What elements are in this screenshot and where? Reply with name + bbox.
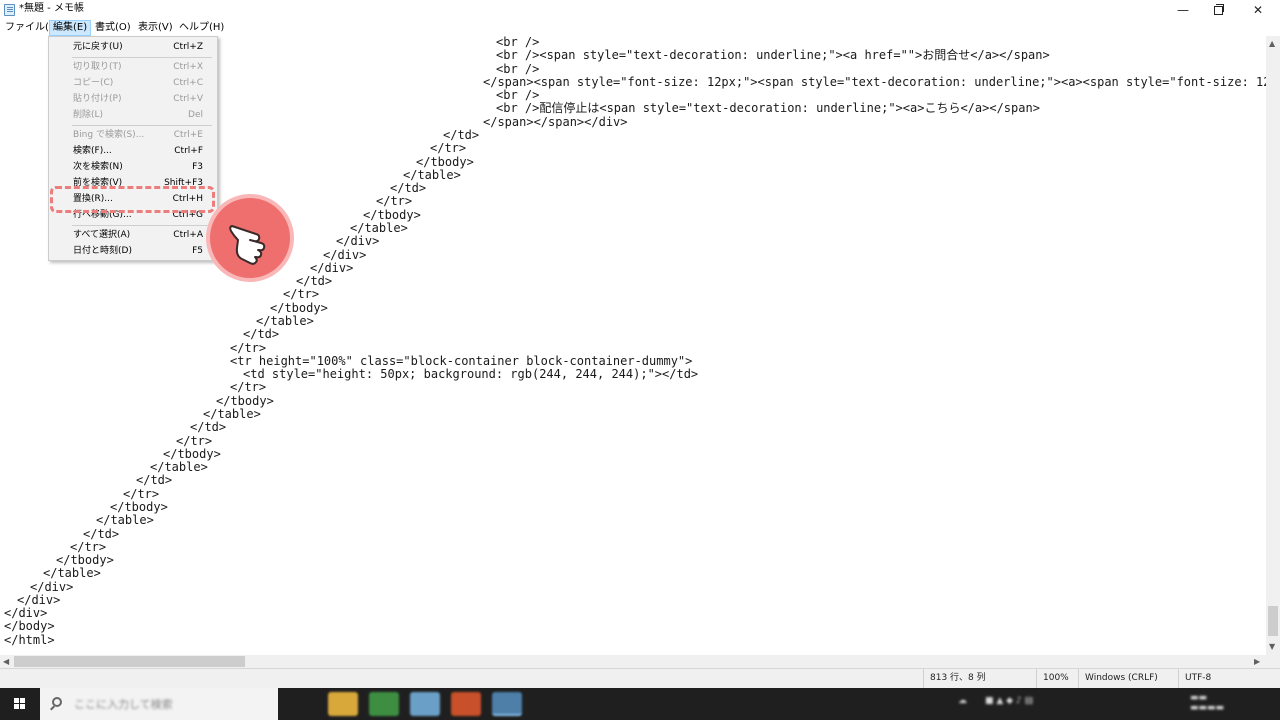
code-line: <br />配信停止は<span style="text-decoration:… bbox=[496, 101, 1040, 115]
replace-highlight-annotation bbox=[50, 186, 215, 213]
menu-item-shortcut: Ctrl+V bbox=[173, 94, 203, 104]
minimize-button[interactable]: — bbox=[1165, 0, 1201, 20]
code-line: </span></span></div> bbox=[483, 115, 628, 129]
notepad-icon bbox=[4, 4, 15, 16]
menu-item-shortcut: Ctrl+E bbox=[173, 130, 203, 140]
vertical-scroll-thumb[interactable] bbox=[1268, 606, 1278, 636]
search-icon bbox=[52, 697, 62, 707]
menu-view[interactable]: 表示(V) bbox=[135, 20, 176, 36]
scroll-down-icon[interactable]: ▼ bbox=[1269, 642, 1275, 652]
horizontal-scroll-thumb[interactable] bbox=[14, 656, 245, 667]
menu-separator bbox=[72, 125, 212, 126]
menu-item-cut[interactable]: 切り取り(T) Ctrl+X bbox=[50, 59, 216, 75]
code-line: </tr> bbox=[376, 194, 413, 208]
code-line: </tr> bbox=[230, 380, 267, 394]
window-title: *無題 - メモ帳 bbox=[19, 3, 84, 14]
code-line: </html> bbox=[4, 633, 55, 647]
scrollbar-corner bbox=[1266, 655, 1280, 668]
menu-item-shortcut: Ctrl+Z bbox=[173, 42, 203, 52]
menu-item-label: 切り取り(T) bbox=[73, 62, 122, 72]
menu-item-find[interactable]: 検索(F)... Ctrl+F bbox=[50, 143, 216, 159]
menu-item-label: 貼り付け(P) bbox=[73, 94, 122, 104]
notepad-taskbar-icon[interactable] bbox=[492, 692, 522, 716]
taskbar-app-icon[interactable] bbox=[451, 692, 481, 716]
code-line: </tr> bbox=[283, 287, 320, 301]
menu-item-undo[interactable]: 元に戻す(U) Ctrl+Z bbox=[50, 39, 216, 55]
menu-item-label: すべて選択(A) bbox=[73, 230, 131, 240]
menu-item-shortcut: Ctrl+A bbox=[173, 230, 203, 240]
menu-item-find-next[interactable]: 次を検索(N) F3 bbox=[50, 159, 216, 175]
code-line: <br /><span style="text-decoration: unde… bbox=[496, 48, 1050, 62]
line-ending: Windows (CRLF) bbox=[1078, 669, 1176, 688]
status-bar: 813 行、8 列 100% Windows (CRLF) UTF-8 bbox=[0, 668, 1280, 688]
restore-button[interactable] bbox=[1200, 0, 1236, 20]
menu-item-paste[interactable]: 貼り付け(P) Ctrl+V bbox=[50, 91, 216, 107]
cursor-position: 813 行、8 列 bbox=[923, 669, 1035, 688]
menu-item-date-time[interactable]: 日付と時刻(D) F5 bbox=[50, 243, 216, 259]
chrome-icon[interactable] bbox=[369, 692, 399, 716]
restore-icon bbox=[1213, 4, 1224, 15]
menu-item-label: Bing で検索(S)... bbox=[73, 130, 145, 140]
menu-item-label: コピー(C) bbox=[73, 78, 114, 88]
code-line: </td> bbox=[190, 420, 227, 434]
windows-logo-icon bbox=[14, 698, 26, 710]
menu-item-label: 削除(L) bbox=[73, 110, 104, 120]
menu-help[interactable]: ヘルプ(H) bbox=[176, 20, 227, 36]
menu-edit[interactable]: 編集(E) bbox=[49, 20, 92, 36]
scroll-left-icon[interactable]: ◀ bbox=[3, 657, 9, 667]
file-explorer-icon[interactable] bbox=[328, 692, 358, 716]
scroll-up-icon[interactable]: ▲ bbox=[1269, 39, 1275, 49]
zoom-level: 100% bbox=[1036, 669, 1078, 688]
menu-item-shortcut: F5 bbox=[192, 246, 203, 256]
close-button[interactable]: ✕ bbox=[1240, 0, 1276, 20]
code-line: </span><span style="font-size: 12px;"><s… bbox=[483, 75, 1266, 89]
taskbar: ここに入力して検索 ☁ ■ ▲ ◆ ♪ ▤ ▬▬ ▬▬▬▬ bbox=[0, 688, 1280, 720]
system-tray-icon[interactable]: ☁ bbox=[958, 696, 967, 706]
code-line: </table> bbox=[43, 566, 101, 580]
menu-item-label: 元に戻す(U) bbox=[73, 42, 123, 52]
close-icon: ✕ bbox=[1252, 3, 1264, 17]
menu-item-shortcut: F3 bbox=[192, 162, 203, 172]
menu-item-shortcut: Ctrl+X bbox=[173, 62, 203, 72]
code-line: <td style="height: 50px; background: rgb… bbox=[243, 367, 699, 381]
title-bar: *無題 - メモ帳 — ✕ bbox=[0, 0, 1280, 20]
system-tray-icon[interactable]: ■ ▲ ◆ ♪ ▤ bbox=[985, 696, 1033, 706]
menu-item-shortcut: Ctrl+F bbox=[174, 146, 203, 156]
encoding: UTF-8 bbox=[1178, 669, 1280, 688]
menu-item-label: 検索(F)... bbox=[73, 146, 112, 156]
minimize-icon: — bbox=[1177, 3, 1189, 17]
menu-bar: ファイル(F) 編集(E) 書式(O) 表示(V) ヘルプ(H) bbox=[0, 20, 1280, 36]
edit-menu-dropdown: 元に戻す(U) Ctrl+Z 切り取り(T) Ctrl+X コピー(C) Ctr… bbox=[48, 36, 218, 261]
taskbar-search-placeholder: ここに入力して検索 bbox=[74, 698, 173, 711]
menu-separator bbox=[72, 225, 212, 226]
horizontal-scrollbar[interactable]: ◀ ▶ bbox=[0, 655, 1266, 668]
scroll-right-icon[interactable]: ▶ bbox=[1254, 657, 1260, 667]
code-line: </div> bbox=[336, 234, 380, 248]
code-line: </table> bbox=[96, 513, 154, 527]
pointing-hand-callout bbox=[206, 194, 294, 282]
menu-separator bbox=[72, 57, 212, 58]
menu-item-shortcut: Ctrl+C bbox=[173, 78, 203, 88]
menu-item-shortcut: Del bbox=[188, 110, 203, 120]
menu-item-select-all[interactable]: すべて選択(A) Ctrl+A bbox=[50, 227, 216, 243]
code-line: </td> bbox=[243, 327, 280, 341]
clock-icon[interactable]: ▬▬ ▬▬▬▬ bbox=[1190, 693, 1224, 713]
menu-item-label: 日付と時刻(D) bbox=[73, 246, 132, 256]
taskbar-search[interactable]: ここに入力して検索 bbox=[40, 688, 278, 720]
menu-format[interactable]: 書式(O) bbox=[92, 20, 134, 36]
code-line: </tr> bbox=[430, 141, 467, 155]
pointing-hand-icon bbox=[229, 225, 266, 265]
menu-item-search-bing[interactable]: Bing で検索(S)... Ctrl+E bbox=[50, 127, 216, 143]
code-line: </body> bbox=[4, 619, 55, 633]
start-button[interactable] bbox=[0, 688, 40, 720]
menu-item-copy[interactable]: コピー(C) Ctrl+C bbox=[50, 75, 216, 91]
taskbar-app-icon[interactable] bbox=[410, 692, 440, 716]
menu-item-delete[interactable]: 削除(L) Del bbox=[50, 107, 216, 123]
menu-item-label: 次を検索(N) bbox=[73, 162, 123, 172]
code-line: </td> bbox=[136, 473, 173, 487]
vertical-scrollbar[interactable]: ▲ ▼ bbox=[1266, 36, 1280, 655]
